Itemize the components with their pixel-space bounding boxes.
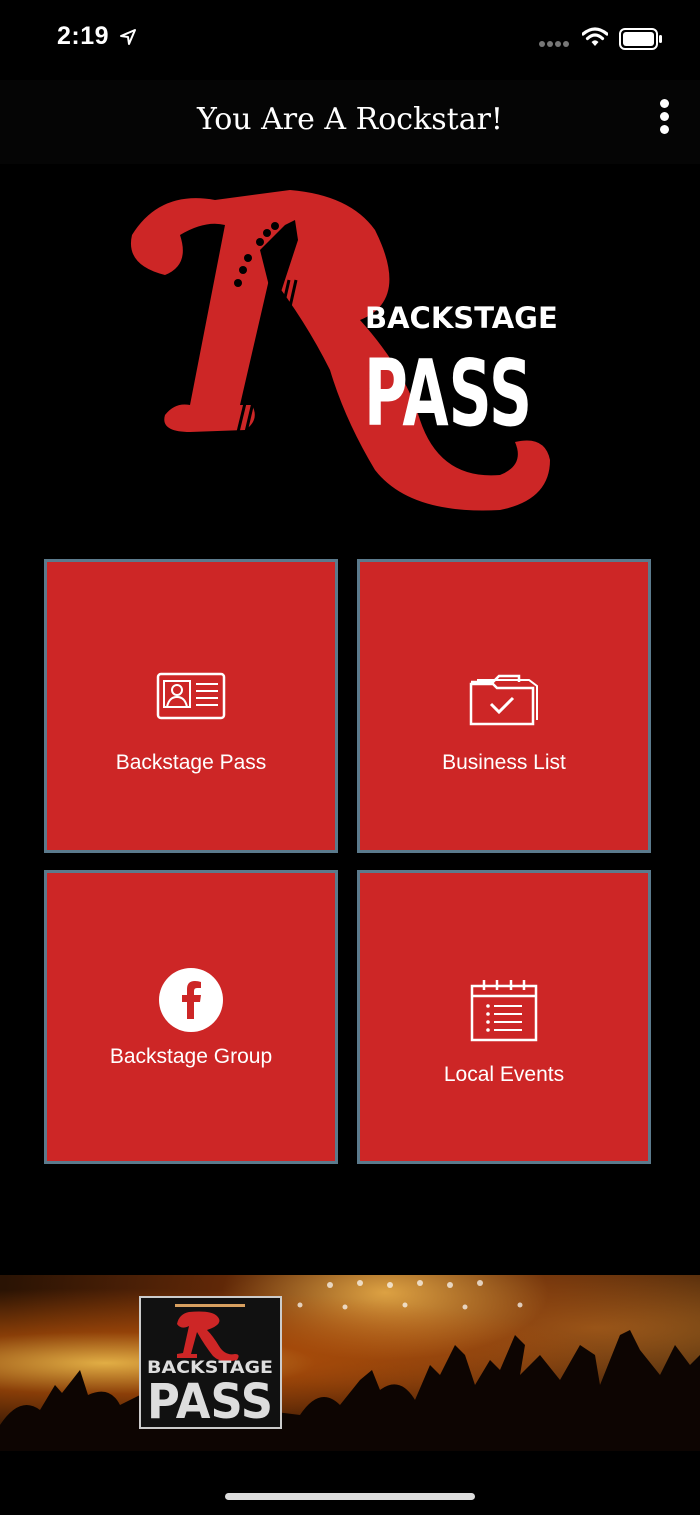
tile-label: Local Events bbox=[443, 1063, 565, 1086]
backstage-pass-tile[interactable]: Backstage Pass bbox=[44, 559, 338, 853]
backstage-pass-logo: BACKSTAGE PASS bbox=[130, 190, 558, 511]
status-time: 2:19 bbox=[57, 22, 110, 50]
backstage-group-tile[interactable]: Backstage Group bbox=[44, 870, 338, 1164]
home-indicator[interactable] bbox=[225, 1493, 475, 1500]
tile-label: Backstage Pass bbox=[115, 751, 267, 774]
logo-text-pass: PASS bbox=[364, 340, 532, 447]
app-header: You Are A Rockstar! bbox=[0, 80, 700, 164]
status-bar: 2:19 bbox=[0, 0, 700, 80]
backstage-pass-small-logo: BACKSTAGE PASS bbox=[147, 1304, 273, 1430]
page-title: You Are A Rockstar! bbox=[197, 102, 503, 137]
dot-icon bbox=[659, 99, 669, 108]
cell-signal-icon bbox=[539, 41, 569, 47]
tile-label: Business List bbox=[442, 751, 566, 774]
more-options-button[interactable] bbox=[650, 99, 678, 139]
concert-banner bbox=[0, 1275, 700, 1451]
dot-icon bbox=[659, 112, 669, 121]
dot-icon bbox=[659, 125, 669, 134]
banner-logo-text-pass: PASS bbox=[147, 1374, 273, 1427]
local-events-tile[interactable]: Local Events bbox=[357, 870, 651, 1164]
business-list-tile[interactable]: Business List bbox=[357, 559, 651, 853]
wifi-icon bbox=[582, 27, 608, 46]
logo-text-backstage: BACKSTAGE bbox=[365, 301, 558, 335]
id-card-icon bbox=[156, 672, 226, 720]
banner-logo: BACKSTAGE PASS bbox=[139, 1296, 282, 1430]
location-arrow-icon bbox=[120, 29, 136, 45]
folder-check-icon bbox=[469, 674, 538, 726]
facebook-icon bbox=[159, 968, 223, 1032]
tile-label: Backstage Group bbox=[109, 1045, 273, 1068]
battery-icon bbox=[619, 28, 662, 50]
crowd-silhouette-icon bbox=[0, 1280, 700, 1451]
calendar-list-icon bbox=[470, 980, 538, 1042]
